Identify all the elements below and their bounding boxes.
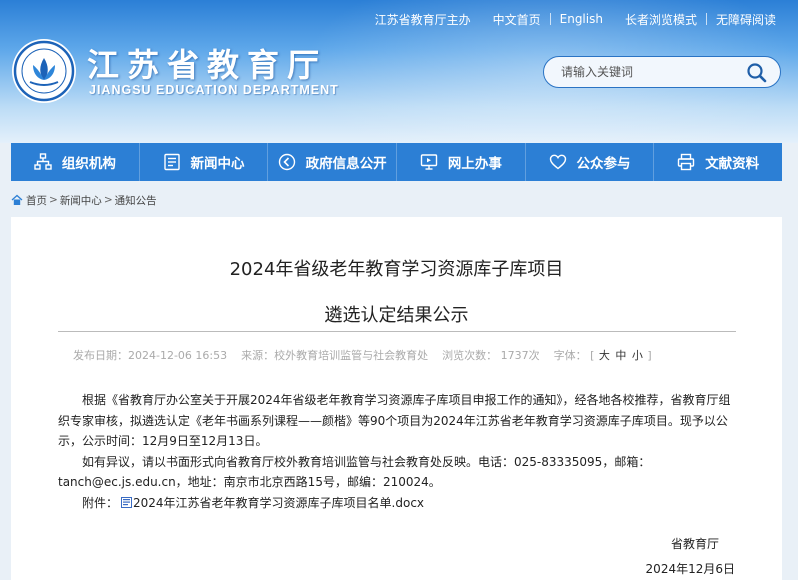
- search-box: [543, 56, 781, 88]
- sign-date: 2024年12月6日: [645, 562, 735, 576]
- site-title[interactable]: 江苏省教育厅: [87, 40, 327, 86]
- top-links-bar: 江苏省教育厅主办 中文首页 English 长者浏览模式 无障碍阅读: [375, 10, 776, 28]
- nav-label: 网上办事: [447, 156, 502, 172]
- breadcrumb: 首页 > 新闻中心 > 通知公告: [11, 191, 157, 209]
- article-meta: 发布日期：2024-12-06 16:53 来源：校外教育培训监管与社会教育处 …: [73, 347, 652, 363]
- nav-item-documents[interactable]: 文献资料: [654, 143, 782, 181]
- font-size-medium-button[interactable]: 中: [614, 349, 627, 362]
- nav-item-online-service[interactable]: 网上办事: [397, 143, 526, 181]
- nav-item-public[interactable]: 公众参与: [526, 143, 655, 181]
- online-service-icon: [420, 154, 438, 170]
- nav-item-info-disclosure[interactable]: 政府信息公开: [268, 143, 398, 181]
- breadcrumb-news[interactable]: 新闻中心: [60, 193, 102, 208]
- nav-label: 文献资料: [705, 156, 760, 172]
- breadcrumb-notices[interactable]: 通知公告: [115, 193, 157, 208]
- font-size-large-button[interactable]: 大: [598, 349, 611, 362]
- link-separator: [549, 13, 551, 25]
- breadcrumb-home[interactable]: 首页: [26, 193, 47, 208]
- bracket-close: ]: [647, 349, 652, 362]
- article-title-line2: 遴选认定结果公示: [324, 305, 469, 326]
- education-emblem-icon[interactable]: [11, 38, 77, 104]
- font-size-label: 字体：: [553, 349, 587, 362]
- chinese-home-link[interactable]: 中文首页: [493, 11, 541, 28]
- site-header: 江苏省教育厅主办 中文首页 English 长者浏览模式 无障碍阅读 江苏省教育…: [0, 0, 798, 143]
- breadcrumb-separator: >: [49, 194, 58, 206]
- nav-label: 新闻中心: [190, 156, 245, 172]
- site-subtitle: JIANGSU EDUCATION DEPARTMENT: [89, 83, 339, 97]
- word-document-icon: [121, 497, 133, 509]
- nav-label: 政府信息公开: [305, 156, 387, 172]
- article-title-line1: 2024年省级老年教育学习资源库子库项目: [229, 259, 564, 280]
- paragraph-1: 根据《省教育厅办公室关于开展2024年省级老年教育学习资源库子库项目申报工作的通…: [58, 393, 731, 448]
- info-disclosure-icon: [278, 153, 295, 171]
- elder-mode-link[interactable]: 长者浏览模式: [625, 11, 697, 28]
- home-icon: [11, 194, 23, 205]
- nav-item-org[interactable]: 组织机构: [11, 143, 140, 181]
- search-input[interactable]: [544, 57, 734, 87]
- font-size-control: 字体： [ 大 中 小 ]: [554, 347, 652, 363]
- publish-date: 发布日期：2024-12-06 16:53: [73, 349, 228, 362]
- host-text: 江苏省教育厅主办: [374, 12, 471, 27]
- article-body: 根据《省教育厅办公室关于开展2024年省级老年教育学习资源库子库项目申报工作的通…: [58, 390, 738, 513]
- view-count: 浏览次数： 1737次: [442, 349, 540, 362]
- title-divider: [58, 331, 736, 332]
- heart-icon: [549, 154, 566, 170]
- attachment-label: 附件：: [82, 495, 119, 510]
- paragraph-2: 如有异议，请以书面形式向省教育厅校外教育培训监管与社会教育处反映。电话：025-…: [58, 454, 651, 490]
- article-panel: 2024年省级老年教育学习资源库子库项目 遴选认定结果公示 发布日期：2024-…: [11, 217, 782, 580]
- nav-label: 组织机构: [61, 156, 116, 172]
- search-icon[interactable]: [746, 62, 768, 84]
- attachment-link[interactable]: 2024年江苏省老年教育学习资源库子库项目名单.docx: [133, 493, 424, 514]
- printer-icon: [677, 153, 695, 171]
- link-separator: [705, 13, 707, 25]
- signature: 省教育厅: [670, 537, 719, 551]
- english-link[interactable]: English: [560, 12, 603, 26]
- bracket-open: [: [590, 349, 595, 362]
- org-chart-icon: [34, 153, 52, 170]
- accessible-reading-link[interactable]: 无障碍阅读: [716, 11, 776, 28]
- nav-label: 公众参与: [576, 156, 631, 172]
- main-nav: 组织机构 新闻中心 政府信息公开 网上办事 公众参与 文献资料: [11, 143, 782, 181]
- news-icon: [163, 153, 180, 171]
- article-source: 来源：校外教育培训监管与社会教育处: [241, 349, 429, 362]
- nav-item-news[interactable]: 新闻中心: [140, 143, 269, 181]
- breadcrumb-separator: >: [103, 194, 113, 206]
- attachment-row: 附件： 2024年江苏省老年教育学习资源库子库项目名单.docx: [58, 493, 738, 514]
- font-size-small-button[interactable]: 小: [631, 349, 644, 362]
